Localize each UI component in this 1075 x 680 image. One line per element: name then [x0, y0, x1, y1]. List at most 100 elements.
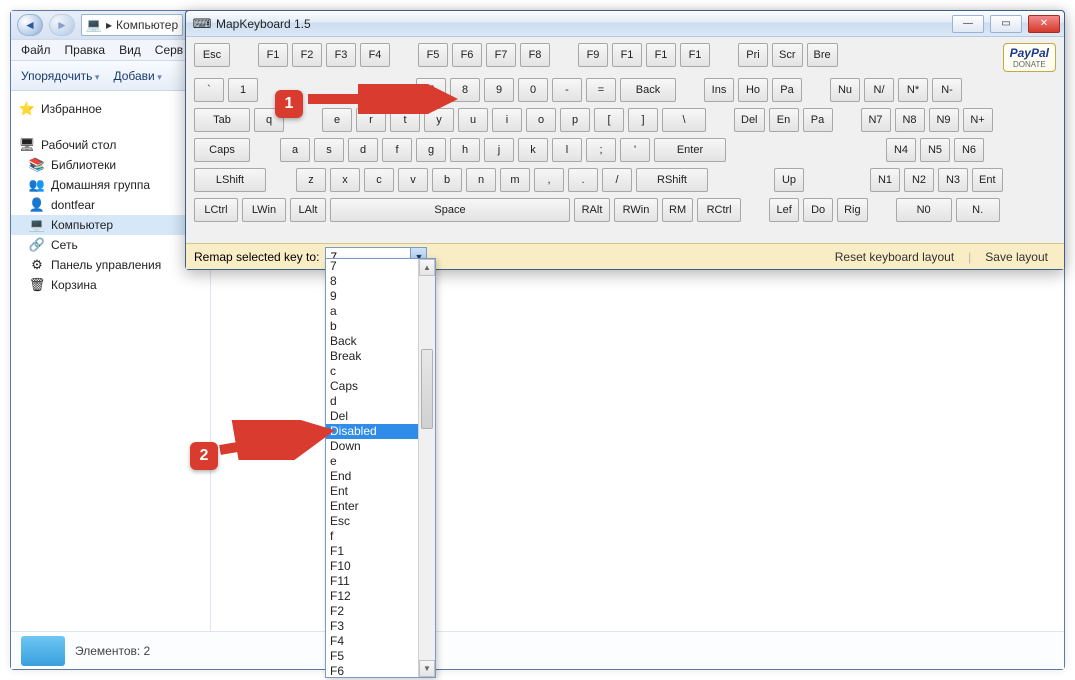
key-9[interactable]: 9	[484, 78, 514, 102]
dropdown-item[interactable]: 7	[326, 259, 418, 274]
key-num5[interactable]: N5	[920, 138, 950, 162]
menu-file[interactable]: Файл	[21, 43, 51, 57]
key-lwin[interactable]: LWin	[242, 198, 286, 222]
key-rmenu[interactable]: RM	[662, 198, 693, 222]
key-n[interactable]: n	[466, 168, 496, 192]
menu-view[interactable]: Вид	[119, 43, 141, 57]
nav-item[interactable]: 👥Домашняя группа	[11, 175, 210, 195]
dropdown-item[interactable]: F3	[326, 619, 418, 634]
menu-edit[interactable]: Правка	[65, 43, 106, 57]
key-pageup[interactable]: Pa	[772, 78, 802, 102]
key-caps[interactable]: Caps	[194, 138, 250, 162]
dropdown-item[interactable]: c	[326, 364, 418, 379]
key-f7[interactable]: F7	[486, 43, 516, 67]
dropdown-item[interactable]: Back	[326, 334, 418, 349]
key-num7[interactable]: N7	[861, 108, 891, 132]
dropdown-item[interactable]: F12	[326, 589, 418, 604]
key-0[interactable]: 0	[518, 78, 548, 102]
key-rwin[interactable]: RWin	[614, 198, 658, 222]
dropdown-item[interactable]: F4	[326, 634, 418, 649]
key-c[interactable]: c	[364, 168, 394, 192]
forward-button[interactable]: ►	[49, 14, 75, 36]
key-down[interactable]: Do	[803, 198, 833, 222]
key-f10[interactable]: F1	[612, 43, 642, 67]
dropdown-item[interactable]: Break	[326, 349, 418, 364]
dropdown-item[interactable]: F11	[326, 574, 418, 589]
key-insert[interactable]: Ins	[704, 78, 734, 102]
dropdown-item[interactable]: F6	[326, 664, 418, 678]
key-numenter[interactable]: Ent	[972, 168, 1003, 192]
scroll-thumb[interactable]	[421, 349, 433, 429]
key-f2[interactable]: F2	[292, 43, 322, 67]
key-up[interactable]: Up	[774, 168, 804, 192]
dropdown-item[interactable]: F2	[326, 604, 418, 619]
key-left[interactable]: Lef	[769, 198, 799, 222]
key-break[interactable]: Bre	[807, 43, 838, 67]
key-scrolllock[interactable]: Scr	[772, 43, 803, 67]
dropdown-item[interactable]: Enter	[326, 499, 418, 514]
key-space[interactable]: Space	[330, 198, 570, 222]
key-num0[interactable]: N0	[896, 198, 952, 222]
key-grave[interactable]: `	[194, 78, 224, 102]
key-rctrl[interactable]: RCtrl	[697, 198, 741, 222]
key-lbracket[interactable]: [	[594, 108, 624, 132]
key-h[interactable]: h	[450, 138, 480, 162]
key-comma[interactable]: ,	[534, 168, 564, 192]
key-z[interactable]: z	[296, 168, 326, 192]
key-period[interactable]: .	[568, 168, 598, 192]
key-f8[interactable]: F8	[520, 43, 550, 67]
dropdown-item[interactable]: Caps	[326, 379, 418, 394]
key-ralt[interactable]: RAlt	[574, 198, 610, 222]
nav-desktop[interactable]: 🖥 Рабочий стол	[11, 133, 210, 155]
key-num3[interactable]: N3	[938, 168, 968, 192]
nav-item[interactable]: 🔗Сеть	[11, 235, 210, 255]
key-num2[interactable]: N2	[904, 168, 934, 192]
key-printscreen[interactable]: Pri	[738, 43, 768, 67]
key-1[interactable]: 1	[228, 78, 258, 102]
key-a[interactable]: a	[280, 138, 310, 162]
key-quote[interactable]: '	[620, 138, 650, 162]
nav-item[interactable]: 📚Библиотеки	[11, 155, 210, 175]
key-l[interactable]: l	[552, 138, 582, 162]
key-backslash[interactable]: \	[662, 108, 706, 132]
minimize-button[interactable]: —	[952, 15, 984, 33]
remap-dropdown-list[interactable]: 789abBackBreakcCapsdDelDisabledDowneEndE…	[325, 258, 436, 678]
key-lshift[interactable]: LShift	[194, 168, 266, 192]
key-p[interactable]: p	[560, 108, 590, 132]
key-f6[interactable]: F6	[452, 43, 482, 67]
nav-item[interactable]: 🗑Корзина	[11, 275, 210, 295]
dropdown-item[interactable]: Ent	[326, 484, 418, 499]
key-semicolon[interactable]: ;	[586, 138, 616, 162]
dropdown-item[interactable]: F1	[326, 544, 418, 559]
key-num1[interactable]: N1	[870, 168, 900, 192]
key-s[interactable]: s	[314, 138, 344, 162]
key-i[interactable]: i	[492, 108, 522, 132]
dropdown-item[interactable]: b	[326, 319, 418, 334]
dropdown-item[interactable]: Esc	[326, 514, 418, 529]
key-f5[interactable]: F5	[418, 43, 448, 67]
dropdown-item[interactable]: f	[326, 529, 418, 544]
dropdown-item[interactable]: 9	[326, 289, 418, 304]
reset-layout-button[interactable]: Reset keyboard layout	[827, 250, 962, 264]
key-slash[interactable]: /	[602, 168, 632, 192]
key-numdec[interactable]: N.	[956, 198, 1000, 222]
key-right[interactable]: Rig	[837, 198, 868, 222]
key-f11[interactable]: F1	[646, 43, 676, 67]
key-f9[interactable]: F9	[578, 43, 608, 67]
key-numadd[interactable]: N+	[963, 108, 993, 132]
key-lalt[interactable]: LAlt	[290, 198, 326, 222]
dropdown-item[interactable]: F5	[326, 649, 418, 664]
key-tab[interactable]: Tab	[194, 108, 250, 132]
key-f12[interactable]: F1	[680, 43, 710, 67]
key-minus[interactable]: -	[552, 78, 582, 102]
key-f4[interactable]: F4	[360, 43, 390, 67]
nav-item[interactable]: ⚙Панель управления	[11, 255, 210, 275]
toolbar-add[interactable]: Добави	[113, 69, 161, 83]
key-o[interactable]: o	[526, 108, 556, 132]
key-num6[interactable]: N6	[954, 138, 984, 162]
key-num8[interactable]: N8	[895, 108, 925, 132]
key-numdiv[interactable]: N/	[864, 78, 894, 102]
key-num4[interactable]: N4	[886, 138, 916, 162]
key-v[interactable]: v	[398, 168, 428, 192]
key-j[interactable]: j	[484, 138, 514, 162]
